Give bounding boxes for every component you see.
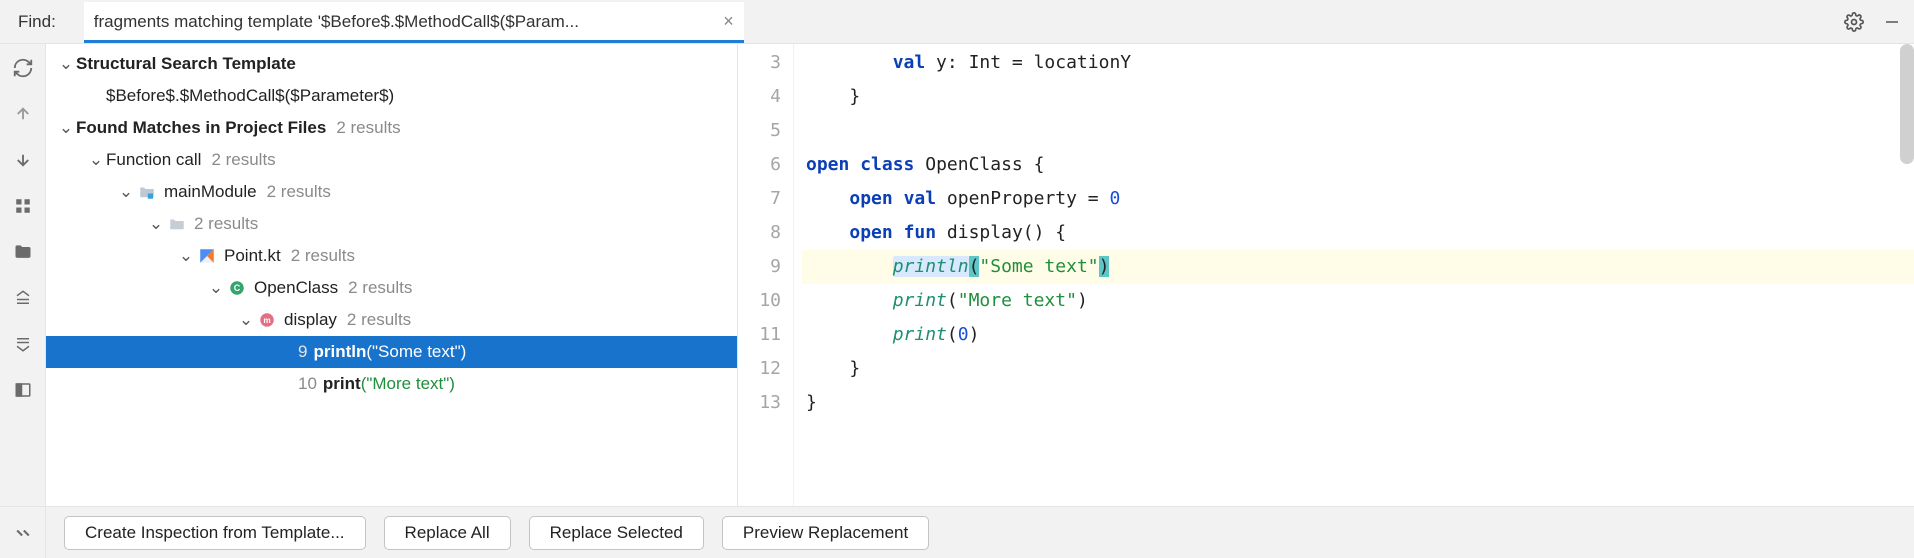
- found-count: 2 results: [336, 118, 400, 138]
- line-number: 13: [738, 386, 793, 420]
- function-call-label: Function call: [106, 150, 201, 170]
- tree-match-2[interactable]: 10 print("More text"): [46, 368, 737, 400]
- chevron-down-icon[interactable]: ⌄: [116, 182, 136, 202]
- replace-selected-button[interactable]: Replace Selected: [529, 516, 704, 550]
- folder-settings-icon[interactable]: [9, 238, 37, 266]
- preview-replacement-button[interactable]: Preview Replacement: [722, 516, 929, 550]
- line-number: 8: [738, 216, 793, 250]
- method-count: 2 results: [347, 310, 411, 330]
- class-count: 2 results: [348, 278, 412, 298]
- class-label: OpenClass: [254, 278, 338, 298]
- code-line: }: [802, 80, 1914, 114]
- line-number: 3: [738, 46, 793, 80]
- match2-line: 10: [298, 374, 317, 394]
- gear-icon[interactable]: [1840, 8, 1868, 36]
- code-line: val y: Int = locationY: [802, 46, 1914, 80]
- create-inspection-button[interactable]: Create Inspection from Template...: [64, 516, 366, 550]
- arrow-down-icon[interactable]: [9, 146, 37, 174]
- tree-template-header[interactable]: ⌄ Structural Search Template: [46, 48, 737, 80]
- chevron-down-icon[interactable]: ⌄: [56, 118, 76, 138]
- line-number: 12: [738, 352, 793, 386]
- module-icon: [136, 181, 158, 203]
- match2-arg: ("More text"): [361, 374, 455, 394]
- arrow-up-icon[interactable]: [9, 100, 37, 128]
- chevron-down-icon[interactable]: ⌄: [236, 310, 256, 330]
- function-call-count: 2 results: [211, 150, 275, 170]
- line-number: 5: [738, 114, 793, 148]
- chevron-down-icon[interactable]: ⌄: [86, 150, 106, 170]
- collapse-all-icon[interactable]: [9, 330, 37, 358]
- line-number: 10: [738, 284, 793, 318]
- results-tree[interactable]: ⌄ Structural Search Template $Before$.$M…: [46, 44, 738, 506]
- folder-icon: [166, 213, 188, 235]
- module-count: 2 results: [267, 182, 331, 202]
- chevron-down-icon[interactable]: ⌄: [206, 278, 226, 298]
- method-icon: m: [256, 309, 278, 331]
- tree-function-call[interactable]: ⌄ Function call 2 results: [46, 144, 737, 176]
- replace-all-button[interactable]: Replace All: [384, 516, 511, 550]
- expand-all-icon[interactable]: [9, 284, 37, 312]
- refresh-icon[interactable]: [9, 54, 37, 82]
- found-header-label: Found Matches in Project Files: [76, 118, 326, 138]
- line-number: 7: [738, 182, 793, 216]
- match1-line: 9: [298, 342, 307, 362]
- find-query-text: fragments matching template '$Before$.$M…: [94, 12, 715, 32]
- match1-arg: ("Some text"): [366, 342, 466, 362]
- chevron-down-icon[interactable]: ⌄: [176, 246, 196, 266]
- line-number: 9: [738, 250, 793, 284]
- minimize-icon[interactable]: [1878, 8, 1906, 36]
- tree-template-text[interactable]: $Before$.$MethodCall$($Parameter$): [46, 80, 737, 112]
- tree-method[interactable]: ⌄ m display 2 results: [46, 304, 737, 336]
- tree-class[interactable]: ⌄ C OpenClass 2 results: [46, 272, 737, 304]
- svg-text:C: C: [234, 283, 241, 293]
- chevron-down-icon[interactable]: ⌄: [56, 54, 76, 74]
- chevron-down-icon[interactable]: ⌄: [146, 214, 166, 234]
- code-line: print(0): [802, 318, 1914, 352]
- file-label: Point.kt: [224, 246, 281, 266]
- close-icon[interactable]: ×: [723, 11, 734, 32]
- line-number: 6: [738, 148, 793, 182]
- template-text: $Before$.$MethodCall$($Parameter$): [106, 86, 394, 106]
- tree-file[interactable]: ⌄ Point.kt 2 results: [46, 240, 737, 272]
- folder-count: 2 results: [194, 214, 258, 234]
- tree-match-1[interactable]: 9 println("Some text"): [46, 336, 737, 368]
- layout-icon[interactable]: [9, 192, 37, 220]
- code-line: open fun display() {: [802, 216, 1914, 250]
- code-line: }: [802, 386, 1914, 420]
- line-number-gutter: 3 4 5 6 7 8 9 10 11 12 13: [738, 44, 794, 506]
- code-line: open val openProperty = 0: [802, 182, 1914, 216]
- code-line: }: [802, 352, 1914, 386]
- class-icon: C: [226, 277, 248, 299]
- find-bar: Find: fragments matching template '$Befo…: [0, 0, 1914, 44]
- left-toolbar: [0, 44, 46, 506]
- kotlin-file-icon: [196, 245, 218, 267]
- preview-panel-icon[interactable]: [9, 376, 37, 404]
- svg-text:m: m: [263, 316, 270, 325]
- code-line: open class OpenClass {: [802, 148, 1914, 182]
- code-line: print("More text"): [802, 284, 1914, 318]
- code-area[interactable]: val y: Int = locationY } open class Open…: [794, 44, 1914, 506]
- tree-found-header[interactable]: ⌄ Found Matches in Project Files 2 resul…: [46, 112, 737, 144]
- method-label: display: [284, 310, 337, 330]
- module-label: mainModule: [164, 182, 257, 202]
- match2-call: print: [323, 374, 361, 394]
- tree-module[interactable]: ⌄ mainModule 2 results: [46, 176, 737, 208]
- scrollbar-thumb[interactable]: [1900, 44, 1914, 164]
- tree-folder[interactable]: ⌄ 2 results: [46, 208, 737, 240]
- find-label: Find:: [18, 12, 56, 32]
- line-number: 11: [738, 318, 793, 352]
- template-header-label: Structural Search Template: [76, 54, 296, 74]
- find-input[interactable]: fragments matching template '$Before$.$M…: [84, 2, 744, 42]
- line-number: 4: [738, 80, 793, 114]
- file-count: 2 results: [291, 246, 355, 266]
- match1-call: println: [313, 342, 366, 362]
- more-icon[interactable]: [9, 519, 37, 547]
- code-line: [802, 114, 1914, 148]
- button-bar: Create Inspection from Template... Repla…: [0, 506, 1914, 558]
- code-line-highlighted: println("Some text"): [802, 250, 1914, 284]
- code-preview: 3 4 5 6 7 8 9 10 11 12 13 val y: Int = l…: [738, 44, 1914, 506]
